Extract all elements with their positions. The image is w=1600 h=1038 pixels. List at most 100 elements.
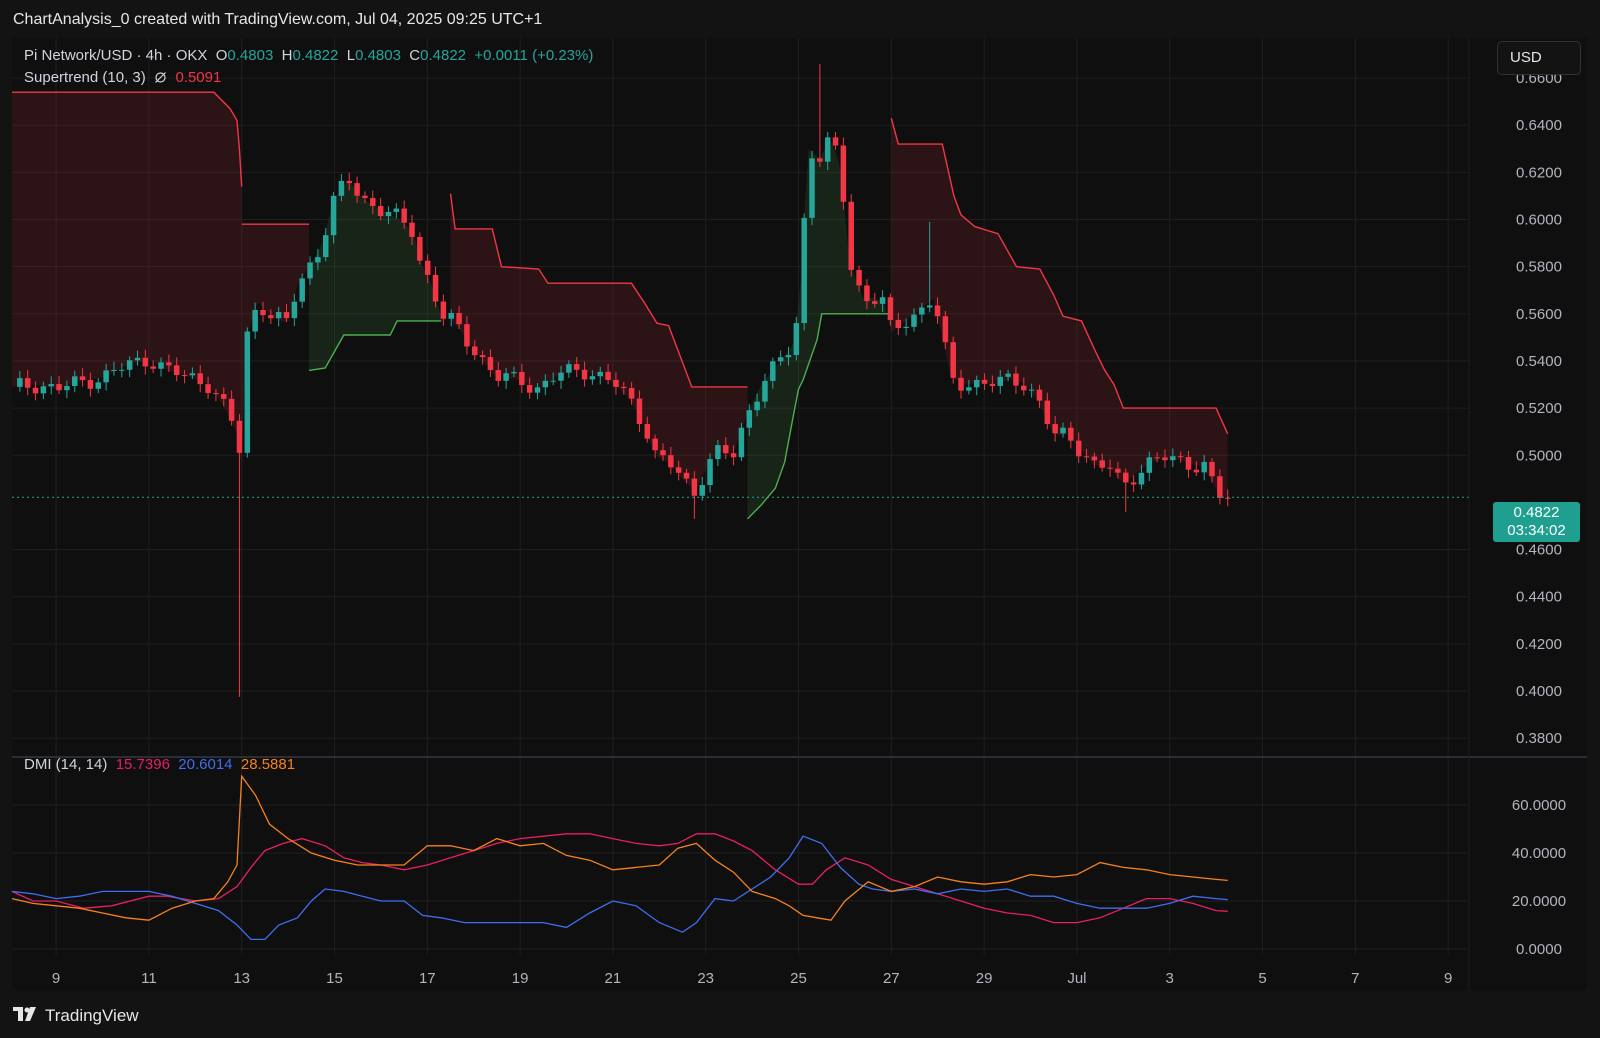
candle-body bbox=[1060, 427, 1066, 434]
x-tick-label: 23 bbox=[697, 970, 714, 987]
last-price-tag: 0.4822 03:34:02 bbox=[1493, 502, 1580, 542]
candle-body bbox=[417, 236, 423, 261]
candle-body bbox=[385, 211, 392, 217]
price-tick-label: 0.5800 bbox=[1516, 259, 1562, 276]
dmi-tick-label: 20.0000 bbox=[1512, 893, 1566, 910]
candle-body bbox=[981, 379, 988, 384]
candle-body bbox=[150, 366, 156, 369]
supertrend-up-fill bbox=[309, 179, 442, 371]
candle-body bbox=[848, 201, 854, 270]
candle-body bbox=[330, 195, 337, 236]
candle-body bbox=[87, 380, 94, 389]
x-tick-label: 7 bbox=[1351, 970, 1359, 987]
candle-body bbox=[181, 375, 188, 377]
x-tick-label: 17 bbox=[419, 970, 436, 987]
candle-body bbox=[1099, 460, 1105, 468]
candle-body bbox=[432, 274, 439, 302]
candle-body bbox=[24, 378, 31, 388]
candle-body bbox=[401, 208, 407, 223]
candle-body bbox=[377, 205, 384, 217]
candle-body bbox=[934, 305, 941, 317]
candle-body bbox=[244, 331, 251, 453]
candle-body bbox=[966, 387, 972, 391]
candle-body bbox=[472, 346, 478, 356]
candle-body bbox=[260, 309, 266, 316]
candle-body bbox=[958, 377, 964, 391]
candle-body bbox=[668, 455, 674, 468]
candle-body bbox=[832, 137, 839, 146]
candle-body bbox=[134, 357, 141, 361]
candle-body bbox=[872, 301, 878, 304]
tradingview-name: TradingView bbox=[45, 1006, 139, 1025]
candle-body bbox=[1013, 373, 1019, 386]
candle-body bbox=[628, 388, 635, 399]
currency-button[interactable]: USD bbox=[1497, 41, 1581, 75]
candle-body bbox=[315, 257, 321, 263]
candle-body bbox=[864, 285, 870, 302]
candle-body bbox=[824, 137, 831, 162]
candle-body bbox=[997, 376, 1004, 386]
x-tick-label: 27 bbox=[883, 970, 900, 987]
x-tick-label: 29 bbox=[976, 970, 993, 987]
candle-body bbox=[1209, 461, 1215, 477]
price-tick-label: 0.5200 bbox=[1516, 400, 1562, 417]
candle-body bbox=[503, 373, 509, 381]
candle-body bbox=[707, 459, 713, 486]
footer-bar bbox=[0, 1000, 1600, 1038]
price-tick-label: 0.5400 bbox=[1516, 353, 1562, 370]
candle-body bbox=[346, 180, 353, 184]
candle-body bbox=[809, 158, 815, 218]
candle-body bbox=[793, 323, 800, 356]
candle-body bbox=[621, 386, 627, 389]
dmi-minus-value: 20.6014 bbox=[178, 756, 233, 773]
candle-body bbox=[589, 376, 596, 380]
candle-body bbox=[173, 365, 180, 376]
supertrend-down-fill bbox=[12, 92, 242, 465]
candle-body bbox=[283, 312, 290, 319]
open-value: 0.4803 bbox=[227, 47, 274, 64]
candle-body bbox=[1123, 472, 1129, 483]
candle-body bbox=[519, 372, 525, 386]
candle-body bbox=[785, 355, 792, 358]
candle-body bbox=[1107, 467, 1113, 469]
candle-body bbox=[817, 158, 823, 162]
supertrend-legend[interactable]: Supertrend (10, 3) 0.5091 bbox=[24, 69, 221, 88]
x-tick-label: 5 bbox=[1258, 970, 1266, 987]
candle-body bbox=[299, 278, 305, 302]
price-tick-label: 0.4000 bbox=[1516, 683, 1562, 700]
candle-body bbox=[205, 384, 211, 394]
candle-body bbox=[409, 222, 415, 237]
supertrend-down-fill bbox=[241, 224, 309, 465]
candle-body bbox=[56, 384, 62, 391]
candle-body bbox=[754, 401, 760, 411]
tradingview-brand[interactable]: TradingView bbox=[13, 1006, 139, 1026]
dmi-tick-label: 40.0000 bbox=[1512, 845, 1566, 862]
bar-countdown: 03:34:02 bbox=[1507, 522, 1566, 539]
dmi-legend[interactable]: DMI (14, 14) 15.7396 20.6014 28.5881 bbox=[24, 756, 295, 773]
adx-line bbox=[11, 774, 1228, 921]
supertrend-value: 0.5091 bbox=[175, 69, 222, 86]
x-tick-label: 9 bbox=[1444, 970, 1452, 987]
eye-off-icon[interactable] bbox=[154, 71, 167, 88]
candle-body bbox=[1005, 373, 1011, 377]
candle-body bbox=[1217, 476, 1223, 498]
candle-body bbox=[573, 364, 580, 370]
candle-body bbox=[1224, 497, 1231, 499]
candle-body bbox=[746, 410, 753, 428]
candle-body bbox=[275, 312, 282, 319]
candle-body bbox=[1052, 424, 1058, 434]
candle-body bbox=[722, 445, 729, 454]
candle-body bbox=[166, 362, 172, 366]
candle-body bbox=[989, 383, 996, 386]
candle-body bbox=[903, 326, 909, 329]
dmi-label: DMI (14, 14) bbox=[24, 756, 108, 773]
chart-svg[interactable]: 9 11 13 15 17 19 21 23 25 27 29 Jul 3 5 7 9 0.3800 0.4000… bbox=[0, 0, 1600, 1038]
high-value: 0.4822 bbox=[292, 47, 339, 64]
candle-body bbox=[526, 385, 533, 393]
symbol-title[interactable]: Pi Network/USD · 4h · OKX bbox=[24, 47, 207, 64]
candle-body bbox=[1154, 457, 1160, 459]
candle-body bbox=[479, 355, 486, 358]
candle-body bbox=[1177, 456, 1184, 458]
price-tick-label: 0.3800 bbox=[1516, 730, 1562, 747]
candle-body bbox=[691, 478, 698, 496]
